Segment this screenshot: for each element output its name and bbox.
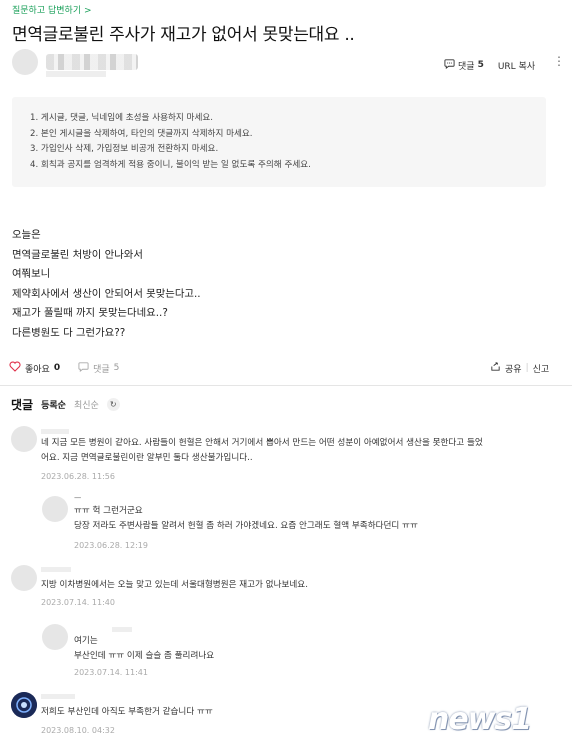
like-label[interactable]: 좋아요	[25, 362, 50, 375]
sort-registered-tab[interactable]: 등록순	[41, 398, 66, 411]
post-line: 면역글로불린 처방이 안나와서	[12, 248, 143, 261]
comment-line: 지방 이차병원에서는 오늘 맞고 있는데 서울대형병원은 재고가 없나보네요.	[41, 580, 308, 590]
news1-watermark-logo: news1	[428, 702, 532, 737]
comment-line: 네 지금 모든 병원이 같아요. 사람들이 헌혈은 안해서 거기에서 뽑아서 만…	[41, 438, 483, 448]
share-icon[interactable]	[490, 361, 501, 375]
comment-text: 저희도 부산인데 아직도 부족한거 같습니다 ㅠㅠ	[41, 705, 421, 720]
comments-header: 댓글 등록순 최신순 ↻	[11, 396, 120, 413]
comment-icon[interactable]	[444, 58, 455, 72]
comment-line: 당장 저라도 주변사람들 알려서 헌혈 좀 하러 가야겠네요. 요즘 안그래도 …	[74, 521, 418, 531]
notice-item: 4. 회칙과 공지를 엄격하게 적용 중이니, 불이익 받는 일 없도록 주의해…	[30, 159, 311, 170]
breadcrumb[interactable]: 질문하고 답변하기 >	[12, 3, 92, 16]
post-body: 오늘은 면역글로불린 처방이 안나와서 여쭤보니 제약회사에서 생산이 안되어서…	[12, 226, 201, 343]
comment-date: 2023.06.28. 11:56	[41, 472, 115, 481]
notice-item: 1. 게시글, 댓글, 닉네임에 초성을 사용하지 마세요.	[30, 113, 214, 123]
sort-latest-tab[interactable]: 최신순	[74, 398, 99, 411]
comments-title: 댓글	[11, 398, 34, 412]
heart-icon[interactable]	[9, 361, 21, 375]
share-button[interactable]: 공유	[505, 362, 522, 375]
author-info-blurred	[46, 71, 106, 77]
comment-date: 2023.07.14. 11:41	[74, 668, 148, 677]
comment-line: 부산인데 ㅠㅠ 이제 슬슬 좀 풀리려나요	[74, 651, 215, 661]
post-actions: 좋아요 0 댓글 5	[9, 361, 119, 375]
report-button[interactable]: 신고	[533, 362, 550, 375]
comment-text: 여기는 부산인데 ㅠㅠ 이제 슬슬 좀 풀리려나요	[74, 634, 554, 664]
like-count: 0	[53, 363, 61, 373]
comment-line: 어요. 지금 면역글로불린이란 알부민 둘다 생산불가입니다..	[41, 453, 253, 463]
avatar[interactable]	[11, 426, 37, 452]
commenter-name-blurred[interactable]	[41, 694, 75, 699]
post-line: 오늘은	[12, 229, 41, 241]
avatar[interactable]	[11, 692, 37, 718]
comment-count: 5	[113, 363, 120, 373]
comment-text: 지방 이차병원에서는 오늘 맞고 있는데 서울대형병원은 재고가 없나보네요.	[41, 578, 561, 593]
comment-line: ㅠㅠ 헉 그런거군요	[74, 506, 143, 516]
notice-item: 2. 본인 게시글을 삭제하여, 타인의 댓글까지 삭제하지 마세요.	[30, 128, 253, 139]
author-name-blurred[interactable]	[46, 54, 138, 70]
author-avatar[interactable]	[12, 49, 38, 75]
comment-label[interactable]: 댓글	[458, 59, 475, 72]
avatar[interactable]	[42, 624, 68, 650]
comment-count[interactable]: 5	[478, 60, 484, 70]
page-title: 면역글로불린 주사가 재고가 없어서 못맞는대요 ..	[12, 25, 355, 45]
refresh-icon[interactable]: ↻	[106, 398, 120, 411]
comment-text: 네 지금 모든 병원이 같아요. 사람들이 헌혈은 안해서 거기에서 뽑아서 만…	[41, 436, 561, 466]
post-line: 다른병원도 다 그런가요??	[12, 326, 126, 339]
comment-date: 2023.07.14. 11:40	[41, 598, 115, 607]
divider	[0, 385, 572, 386]
avatar[interactable]	[42, 496, 68, 522]
post-line: 여쭤보니	[12, 268, 51, 280]
post-line: 제약회사에서 생산이 안되어서 못맞는다고..	[12, 287, 201, 300]
comment-date: 2023.08.10. 04:32	[41, 726, 115, 735]
post-line: 재고가 풀릴때 까지 못맞는다네요..?	[12, 307, 168, 319]
comment-icon[interactable]	[78, 361, 89, 375]
comment-line: 여기는	[74, 636, 98, 646]
avatar[interactable]	[11, 565, 37, 591]
share-actions: 공유 | 신고	[490, 361, 549, 375]
comment-line: 저희도 부산인데 아직도 부족한거 같습니다 ㅠㅠ	[41, 707, 213, 717]
comment-date: 2023.06.28. 12:19	[74, 541, 148, 550]
commenter-name-blurred[interactable]	[112, 627, 132, 632]
more-options-icon[interactable]: ⋮	[553, 55, 565, 67]
cafe-rules-notice: 1. 게시글, 댓글, 닉네임에 초성을 사용하지 마세요. 2. 본인 게시글…	[12, 97, 546, 187]
commenter-name[interactable]: ㅡ	[74, 493, 81, 504]
url-copy-button[interactable]: URL 복사	[498, 59, 535, 72]
comment-label[interactable]: 댓글	[93, 362, 110, 375]
commenter-name-blurred[interactable]	[41, 429, 69, 434]
comment-text: ㅠㅠ 헉 그런거군요 당장 저라도 주변사람들 알려서 헌혈 좀 하러 가야겠네…	[74, 504, 554, 534]
notice-item: 3. 가입인사 삭제, 가입정보 비공개 전환하지 마세요.	[30, 144, 219, 154]
post-meta: 댓글 5 URL 복사	[444, 58, 535, 72]
commenter-name-blurred[interactable]	[41, 567, 71, 572]
